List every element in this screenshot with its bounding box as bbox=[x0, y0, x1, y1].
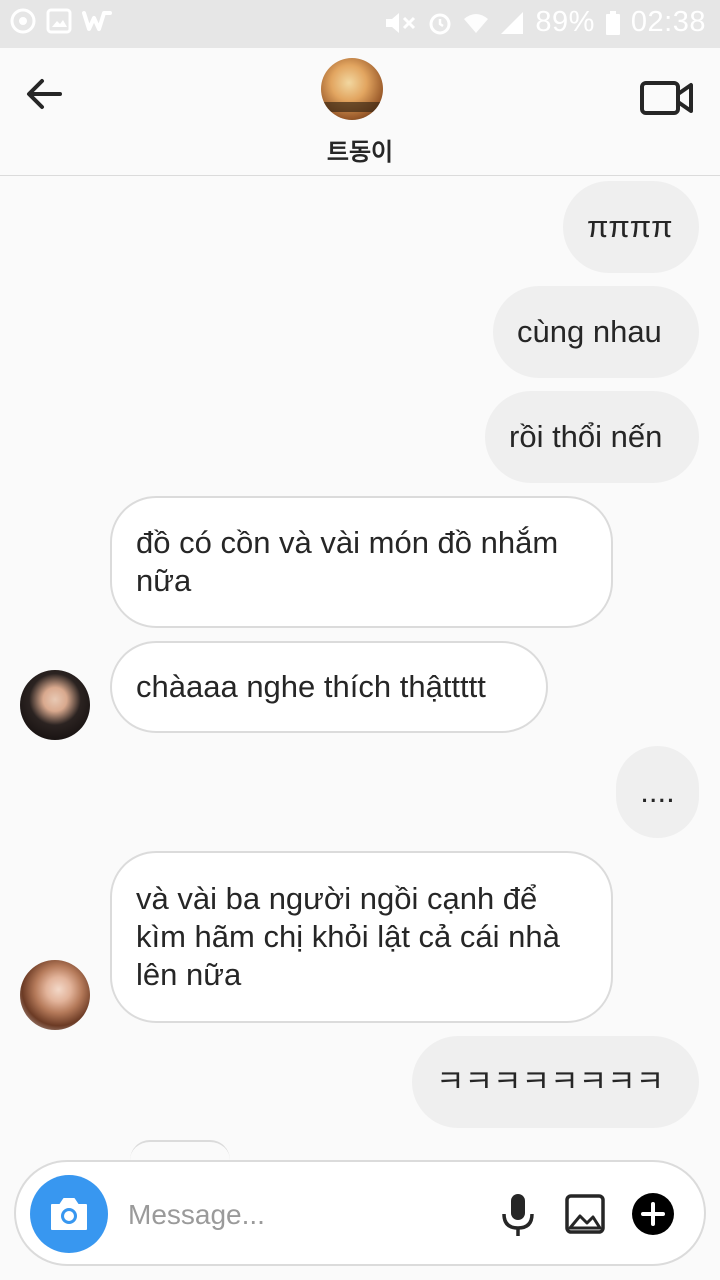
message-composer bbox=[14, 1160, 706, 1266]
sender-avatar[interactable] bbox=[20, 670, 90, 740]
message-bubble-outgoing[interactable]: .... bbox=[616, 746, 699, 838]
message-text: rồi thổi nến bbox=[509, 419, 663, 454]
sender-avatar[interactable] bbox=[20, 960, 90, 1030]
camera-icon bbox=[51, 1198, 87, 1230]
message-text: đồ có cồn và vài món đồ nhắm nữa bbox=[136, 525, 559, 598]
message-text: ㅋㅋㅋㅋㅋㅋㅋㅋ bbox=[436, 1064, 665, 1099]
conversation-header: 트동이 bbox=[0, 48, 720, 176]
message-text: ππππ bbox=[587, 209, 673, 244]
message-bubble-outgoing[interactable]: cùng nhau bbox=[493, 286, 699, 378]
message-bubble-incoming[interactable]: đồ có cồn và vài món đồ nhắm nữa bbox=[110, 496, 613, 628]
message-text: chàaaa nghe thích thậttttt bbox=[136, 669, 486, 704]
video-camera-icon bbox=[640, 81, 693, 115]
contact-avatar[interactable] bbox=[321, 58, 383, 120]
message-bubble-incoming[interactable]: và vài ba người ngồi cạnh để kìm hãm chị… bbox=[110, 851, 613, 1023]
media-icon bbox=[10, 8, 36, 34]
message-bubble-outgoing[interactable]: rồi thổi nến bbox=[485, 391, 699, 483]
message-text: .... bbox=[640, 774, 675, 809]
voice-message-button[interactable] bbox=[498, 1192, 538, 1238]
plus-icon bbox=[632, 1193, 674, 1235]
battery-percent: 89% bbox=[535, 6, 595, 38]
arrow-left-icon bbox=[27, 79, 62, 109]
message-bubble-outgoing[interactable]: ㅋㅋㅋㅋㅋㅋㅋㅋ bbox=[412, 1036, 699, 1128]
video-call-button[interactable] bbox=[640, 78, 694, 118]
back-button[interactable] bbox=[22, 74, 66, 114]
wattpad-icon bbox=[82, 8, 112, 34]
wifi-icon bbox=[463, 10, 489, 36]
gallery-icon bbox=[565, 1194, 605, 1234]
more-options-button[interactable] bbox=[630, 1191, 676, 1237]
message-text: cùng nhau bbox=[517, 314, 662, 349]
gallery-button[interactable] bbox=[564, 1192, 606, 1236]
message-input[interactable] bbox=[128, 1190, 488, 1240]
battery-icon bbox=[605, 10, 621, 36]
message-bubble-incoming[interactable]: chàaaa nghe thích thậttttt bbox=[110, 641, 548, 733]
microphone-icon bbox=[502, 1194, 534, 1236]
mute-icon bbox=[383, 10, 417, 36]
clock: 02:38 bbox=[630, 6, 706, 38]
message-bubble-outgoing[interactable]: ππππ bbox=[563, 181, 699, 273]
contact-name[interactable]: 트동이 bbox=[0, 132, 720, 167]
image-icon bbox=[46, 8, 72, 34]
camera-button[interactable] bbox=[30, 1175, 108, 1253]
partial-message-bubble bbox=[130, 1140, 230, 1160]
alarm-icon bbox=[427, 10, 453, 36]
status-bar: 89% 02:38 bbox=[0, 0, 720, 48]
message-text: và vài ba người ngồi cạnh để kìm hãm chị… bbox=[136, 881, 560, 992]
signal-icon bbox=[499, 10, 525, 36]
